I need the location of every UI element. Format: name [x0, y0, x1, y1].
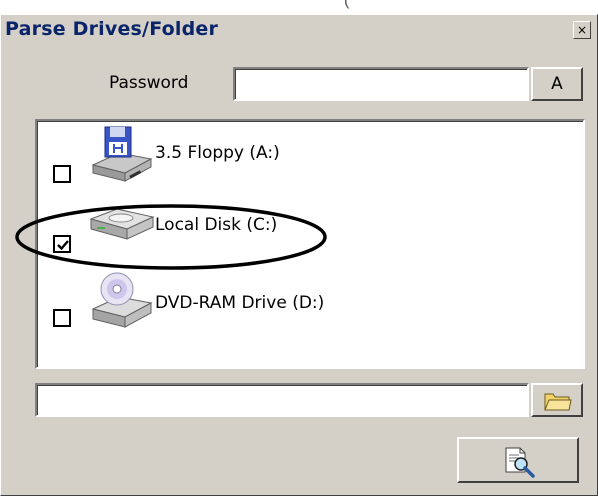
magnifier-document-icon — [505, 447, 535, 478]
search-button[interactable] — [457, 437, 579, 483]
password-input[interactable] — [233, 67, 529, 101]
drive-item-floppy[interactable]: 3.5 Floppy (A:) — [37, 121, 437, 191]
drive-item-dvd[interactable]: DVD-RAM Drive (D:) — [37, 271, 437, 341]
drive-label-dvd: DVD-RAM Drive (D:) — [155, 293, 325, 313]
password-action-button[interactable]: A — [531, 67, 583, 101]
browse-folder-button[interactable] — [531, 383, 583, 417]
top-fragment: ( — [344, 0, 350, 9]
highlight-ring — [15, 204, 327, 270]
title-bar: Parse Drives/Folder × — [1, 15, 597, 47]
close-button[interactable]: × — [573, 21, 591, 39]
password-label: Password — [109, 73, 189, 93]
close-icon: × — [576, 23, 588, 37]
parse-drives-dialog: Parse Drives/Folder × Password A 3.5 Flo… — [0, 14, 598, 496]
dialog-title: Parse Drives/Folder — [5, 18, 219, 40]
drive-label-floppy: 3.5 Floppy (A:) — [155, 143, 280, 163]
password-action-label: A — [551, 74, 563, 94]
drive-checkbox-floppy[interactable] — [53, 165, 71, 183]
floppy-drive-icon — [91, 126, 153, 182]
folder-path-input[interactable] — [35, 383, 529, 417]
folder-icon — [544, 393, 572, 411]
dvd-drive-icon — [91, 272, 153, 328]
drive-checkbox-dvd[interactable] — [53, 309, 71, 327]
